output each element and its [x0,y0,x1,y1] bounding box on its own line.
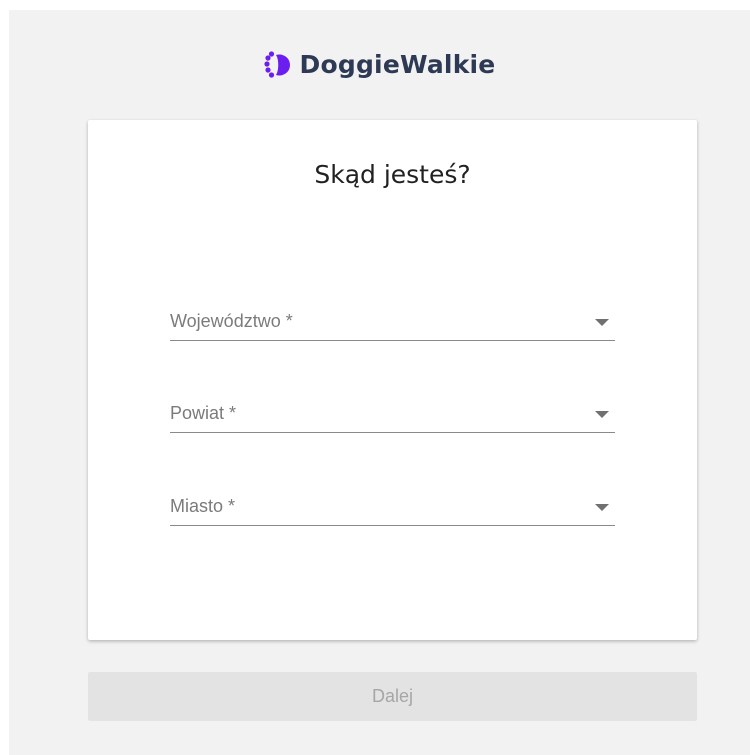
location-form-card: Skąd jesteś? Województwo * Powiat * Mias… [88,120,697,640]
paw-icon [263,50,290,78]
county-label: Powiat * [170,403,237,423]
form-title: Skąd jesteś? [314,160,471,189]
page-background: DoggieWalkie Skąd jesteś? Województwo * … [9,10,750,755]
brand-header: DoggieWalkie [9,50,750,79]
county-select[interactable]: Powiat * [170,388,615,433]
brand-name: DoggieWalkie [299,50,496,79]
city-label: Miasto * [170,496,236,516]
voivodeship-label: Województwo * [170,311,293,331]
chevron-down-icon [595,504,609,511]
city-select[interactable]: Miasto * [170,481,615,526]
voivodeship-select[interactable]: Województwo * [170,296,615,341]
chevron-down-icon [595,319,609,326]
chevron-down-icon [595,411,609,418]
next-button[interactable]: Dalej [88,672,697,721]
